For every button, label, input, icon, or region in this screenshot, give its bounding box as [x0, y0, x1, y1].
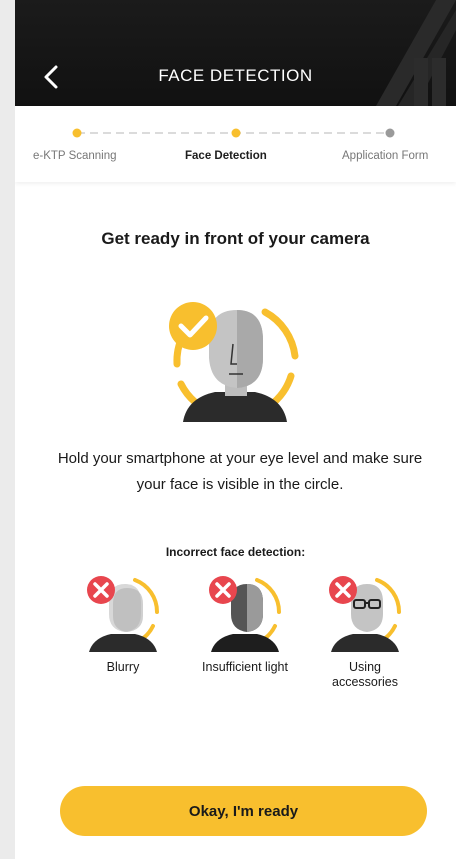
step-2-dot [231, 128, 241, 138]
face-guide-illustration [169, 302, 299, 422]
blurry-face-icon [87, 576, 160, 652]
example-using-accessories: Using accessories [305, 572, 425, 690]
incorrect-detection-heading: Incorrect face detection: [165, 545, 306, 559]
header-bar: FACE DETECTION [15, 0, 456, 106]
step-3-label: Application Form [342, 150, 429, 162]
example-blurry-label: Blurry [106, 660, 140, 674]
step-3-dot [385, 128, 395, 138]
example-blurry: Blurry [63, 572, 183, 675]
dark-face-icon [209, 576, 282, 652]
instruction-text: Hold your smartphone at your eye level a… [57, 450, 423, 493]
glasses-face-icon [329, 576, 402, 652]
app-screen: FACE DETECTION e-KTP Scanning Face Detec… [15, 0, 456, 859]
step-1-label: e-KTP Scanning [33, 150, 117, 162]
section-heading: Get ready in front of your camera [101, 229, 370, 248]
example-insufficient-light-label: Insufficient light [202, 660, 288, 674]
progress-stepper: e-KTP Scanning Face Detection Applicatio… [15, 106, 456, 182]
background-decoration [0, 0, 15, 859]
stepper-track [72, 128, 395, 138]
step-2-label: Face Detection [185, 150, 267, 162]
ready-button[interactable]: Okay, I'm ready [60, 786, 427, 836]
example-insufficient-light: Insufficient light [185, 572, 305, 675]
example-using-accessories-label: Using accessories [332, 660, 398, 689]
header-decoration-icon [376, 0, 456, 106]
page-title: FACE DETECTION [158, 66, 313, 85]
step-1-dot [72, 128, 82, 138]
